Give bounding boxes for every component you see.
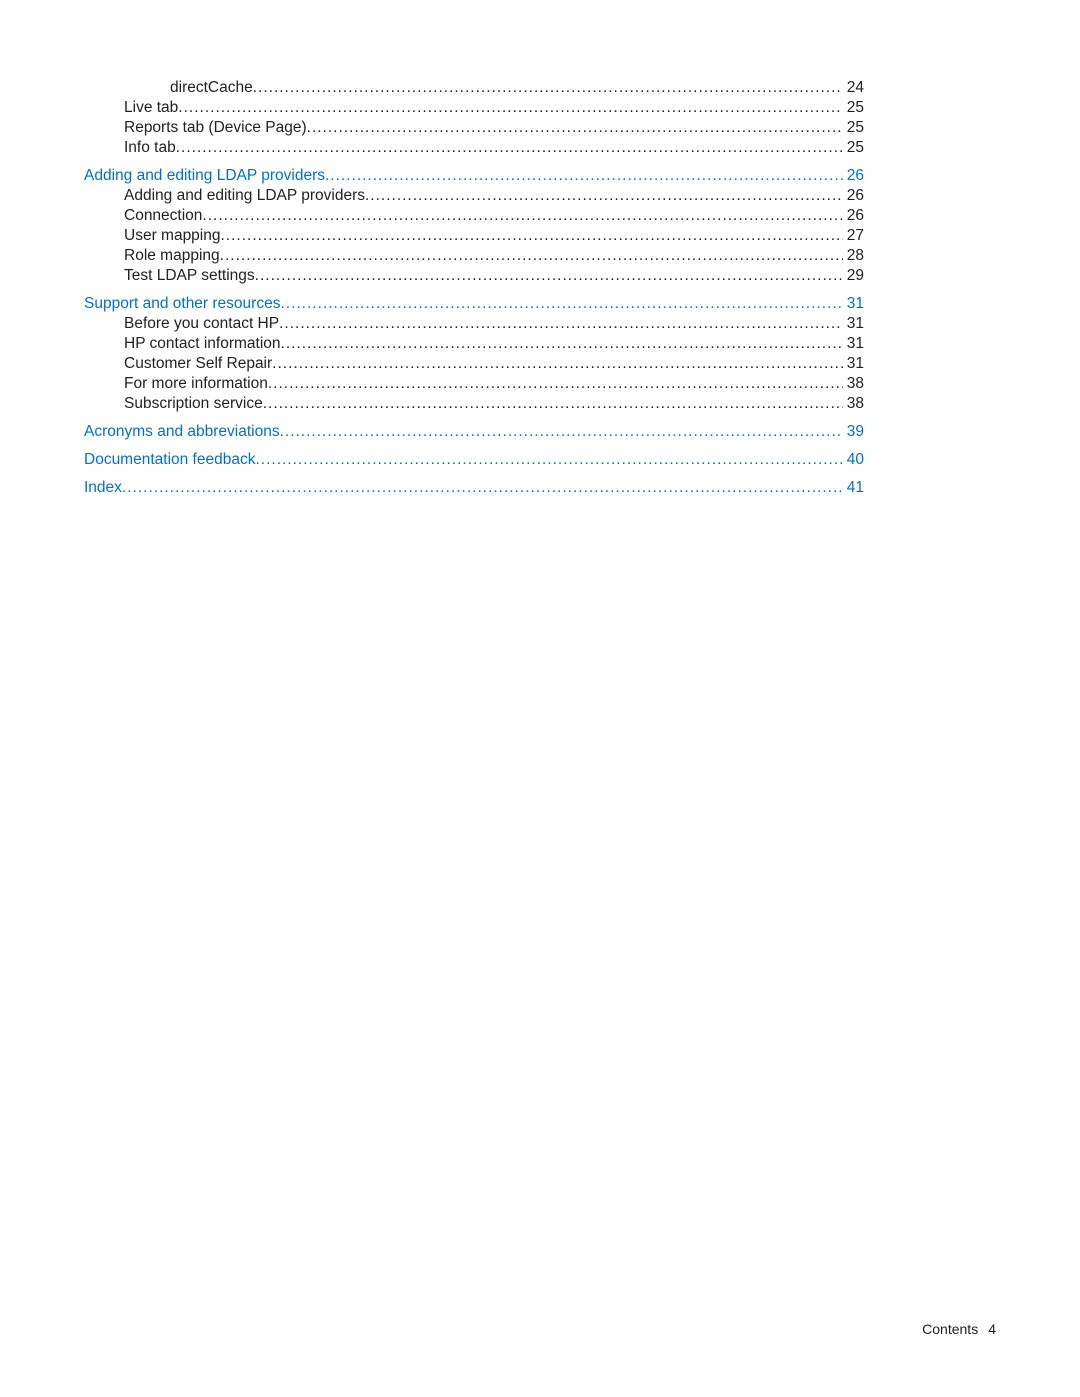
- toc-entry-page: 24: [843, 78, 864, 97]
- toc-entry-label: HP contact information: [124, 334, 281, 353]
- toc-entry-label: Adding and editing LDAP providers: [84, 166, 325, 185]
- toc-entry: Live tab 25: [84, 98, 864, 117]
- toc-entry[interactable]: Support and other resources 31: [84, 294, 864, 313]
- toc-entry-label: For more information: [124, 374, 268, 393]
- toc-entry-page: 39: [843, 422, 864, 441]
- toc-entry-label: User mapping: [124, 226, 221, 245]
- page-footer: Contents 4: [922, 1321, 996, 1337]
- toc-entry-label: Acronyms and abbreviations: [84, 422, 280, 441]
- toc-entry-page: 26: [843, 206, 864, 225]
- toc-leader-dots: [307, 118, 843, 137]
- toc-leader-dots: [263, 394, 843, 413]
- toc-leader-dots: [221, 226, 843, 245]
- toc-entry-page: 25: [843, 118, 864, 137]
- toc-entry: Adding and editing LDAP providers 26: [84, 186, 864, 205]
- toc-entry-page: 31: [843, 354, 864, 373]
- toc-entry-page: 31: [843, 334, 864, 353]
- toc-entry-label: Reports tab (Device Page): [124, 118, 307, 137]
- toc-leader-dots: [220, 246, 843, 265]
- toc-entry-label: Adding and editing LDAP providers: [124, 186, 365, 205]
- toc-entry: For more information 38: [84, 374, 864, 393]
- toc-entry-page: 25: [843, 98, 864, 117]
- toc-leader-dots: [325, 166, 843, 185]
- toc-entry: User mapping 27: [84, 226, 864, 245]
- toc-entry-label: Role mapping: [124, 246, 220, 265]
- toc-leader-dots: [272, 354, 843, 373]
- toc-entry[interactable]: Adding and editing LDAP providers 26: [84, 166, 864, 185]
- toc-entry-page: 40: [843, 450, 864, 469]
- toc-entry-label: Index: [84, 478, 122, 497]
- toc-leader-dots: [122, 478, 843, 497]
- toc-entry[interactable]: Acronyms and abbreviations 39: [84, 422, 864, 441]
- toc-entry: Before you contact HP 31: [84, 314, 864, 333]
- toc-entry-label: Before you contact HP: [124, 314, 279, 333]
- toc-leader-dots: [279, 314, 843, 333]
- toc-entry-page: 25: [843, 138, 864, 157]
- toc-leader-dots: [281, 334, 843, 353]
- toc-entry: Role mapping 28: [84, 246, 864, 265]
- footer-page-number: 4: [988, 1321, 996, 1337]
- toc-entry: Subscription service 38: [84, 394, 864, 413]
- toc-leader-dots: [202, 206, 842, 225]
- toc-leader-dots: [176, 138, 843, 157]
- toc-leader-dots: [255, 266, 843, 285]
- toc-entry-label: Documentation feedback: [84, 450, 255, 469]
- toc-entry-page: 31: [843, 294, 864, 313]
- toc-entry-label: Support and other resources: [84, 294, 280, 313]
- toc-leader-dots: [268, 374, 843, 393]
- toc-leader-dots: [178, 98, 842, 117]
- toc-leader-dots: [280, 294, 842, 313]
- toc-container: directCache24Live tab25Reports tab (Devi…: [84, 78, 864, 498]
- toc-entry-page: 27: [843, 226, 864, 245]
- toc-entry-page: 28: [843, 246, 864, 265]
- toc-leader-dots: [253, 78, 843, 97]
- toc-entry: Customer Self Repair 31: [84, 354, 864, 373]
- toc-entry-page: 31: [843, 314, 864, 333]
- toc-entry[interactable]: Index 41: [84, 478, 864, 497]
- footer-label: Contents: [922, 1321, 978, 1337]
- toc-leader-dots: [365, 186, 843, 205]
- toc-entry[interactable]: Documentation feedback 40: [84, 450, 864, 469]
- toc-entry: Info tab 25: [84, 138, 864, 157]
- toc-entry-page: 38: [843, 374, 864, 393]
- toc-entry-page: 41: [843, 478, 864, 497]
- toc-entry-label: Info tab: [124, 138, 176, 157]
- toc-entry: Connection 26: [84, 206, 864, 225]
- toc-entry-label: directCache: [170, 78, 253, 97]
- toc-entry-label: Connection: [124, 206, 202, 225]
- toc-entry-page: 29: [843, 266, 864, 285]
- toc-entry-page: 26: [843, 166, 864, 185]
- toc-entry-label: Test LDAP settings: [124, 266, 255, 285]
- toc-entry: directCache 24: [84, 78, 864, 97]
- toc-entry-label: Subscription service: [124, 394, 263, 413]
- toc-entry-label: Customer Self Repair: [124, 354, 272, 373]
- toc-entry-page: 26: [843, 186, 864, 205]
- toc-entry: Test LDAP settings 29: [84, 266, 864, 285]
- toc-entry-label: Live tab: [124, 98, 178, 117]
- toc-entry: Reports tab (Device Page) 25: [84, 118, 864, 137]
- toc-entry-page: 38: [843, 394, 864, 413]
- toc-leader-dots: [255, 450, 842, 469]
- toc-entry: HP contact information 31: [84, 334, 864, 353]
- toc-leader-dots: [280, 422, 843, 441]
